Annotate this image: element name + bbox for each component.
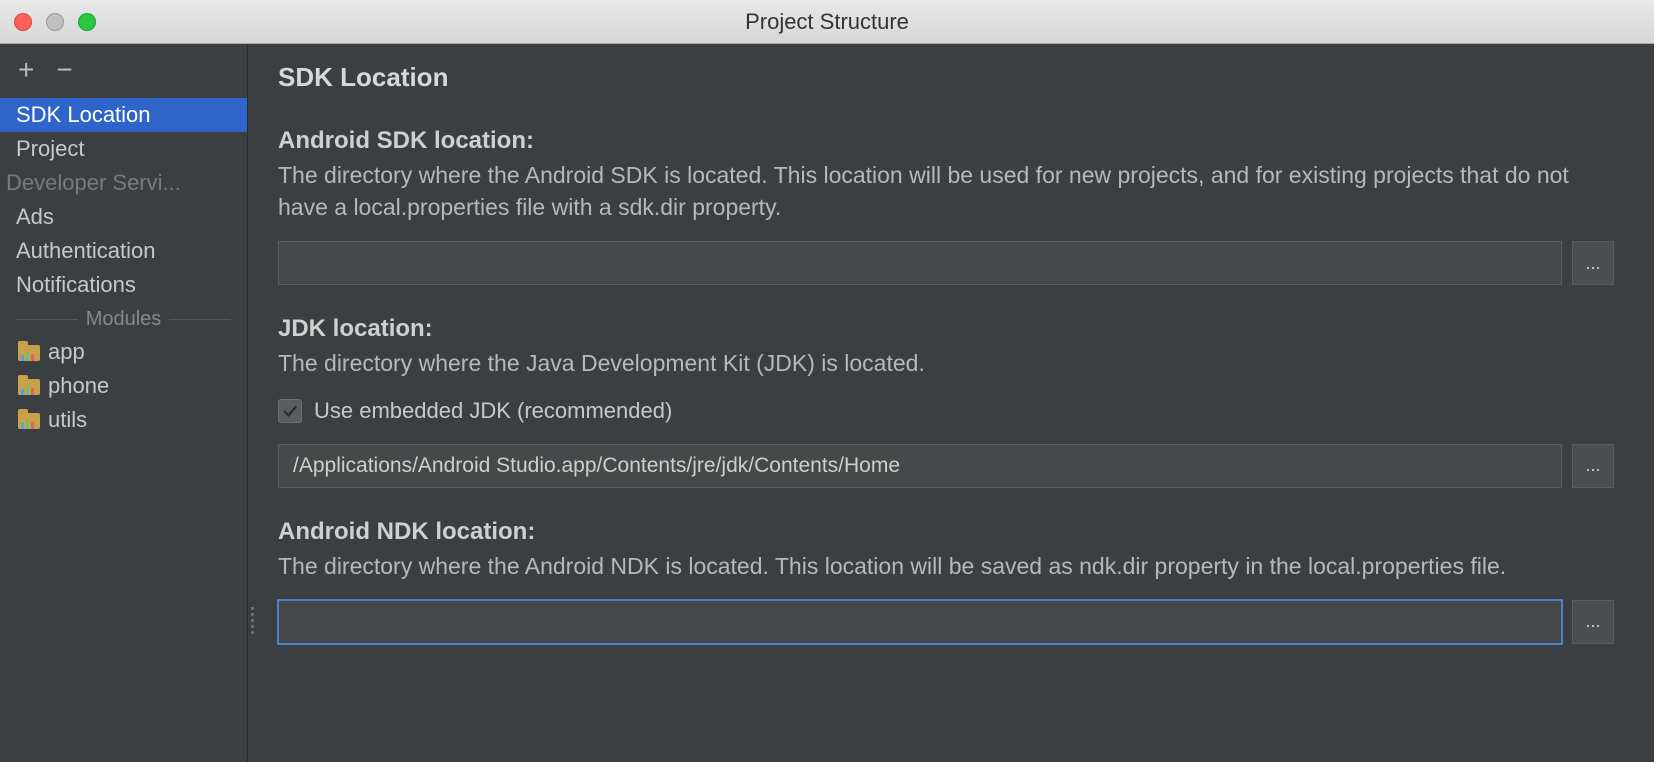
jdk-browse-button[interactable]: ... bbox=[1572, 444, 1614, 488]
ellipsis-icon: ... bbox=[1585, 253, 1600, 274]
sdk-location-input[interactable] bbox=[278, 241, 1562, 285]
sidebar-item-label: Ads bbox=[16, 204, 54, 229]
use-embedded-jdk-row: Use embedded JDK (recommended) bbox=[278, 398, 1614, 424]
sidebar-item-label: SDK Location bbox=[16, 102, 151, 127]
sidebar-item-label: Authentication bbox=[16, 238, 155, 263]
module-item-phone[interactable]: phone bbox=[0, 369, 247, 403]
module-folder-icon bbox=[18, 343, 40, 361]
sidebar-section-developer-services: Developer Servi... bbox=[0, 166, 247, 200]
sidebar-item-notifications[interactable]: Notifications bbox=[0, 268, 247, 302]
ellipsis-icon: ... bbox=[1585, 611, 1600, 632]
window-title: Project Structure bbox=[745, 9, 909, 35]
module-label: phone bbox=[48, 373, 109, 399]
checkmark-icon bbox=[281, 402, 299, 420]
window-controls bbox=[14, 13, 96, 31]
sidebar-resize-handle[interactable] bbox=[248, 600, 256, 640]
modules-header-label: Modules bbox=[86, 308, 162, 331]
main-panel: SDK Location Android SDK location: The d… bbox=[248, 44, 1654, 762]
sidebar-item-project[interactable]: Project bbox=[0, 132, 247, 166]
module-folder-icon bbox=[18, 411, 40, 429]
sidebar-toolbar: + − bbox=[0, 50, 247, 98]
add-button[interactable]: + bbox=[18, 60, 34, 80]
module-label: app bbox=[48, 339, 85, 365]
close-window-button[interactable] bbox=[14, 13, 32, 31]
sdk-browse-button[interactable]: ... bbox=[1572, 241, 1614, 285]
maximize-window-button[interactable] bbox=[78, 13, 96, 31]
sdk-location-desc: The directory where the Android SDK is l… bbox=[278, 159, 1614, 223]
module-item-utils[interactable]: utils bbox=[0, 403, 247, 437]
sidebar-item-label: Project bbox=[16, 136, 84, 161]
sdk-location-label: Android SDK location: bbox=[278, 127, 1614, 155]
module-item-app[interactable]: app bbox=[0, 335, 247, 369]
ndk-location-label: Android NDK location: bbox=[278, 518, 1614, 546]
sidebar-item-label: Notifications bbox=[16, 272, 136, 297]
jdk-location-label: JDK location: bbox=[278, 315, 1614, 343]
module-folder-icon bbox=[18, 377, 40, 395]
ndk-location-input[interactable] bbox=[278, 600, 1562, 644]
sidebar: + − SDK Location Project Developer Servi… bbox=[0, 44, 248, 762]
minimize-window-button[interactable] bbox=[46, 13, 64, 31]
use-embedded-jdk-label: Use embedded JDK (recommended) bbox=[314, 398, 672, 424]
page-title: SDK Location bbox=[278, 62, 1614, 93]
ndk-location-desc: The directory where the Android NDK is l… bbox=[278, 550, 1614, 582]
sidebar-section-modules: Modules bbox=[0, 302, 247, 335]
ndk-browse-button[interactable]: ... bbox=[1572, 600, 1614, 644]
sidebar-item-sdk-location[interactable]: SDK Location bbox=[0, 98, 247, 132]
use-embedded-jdk-checkbox[interactable] bbox=[278, 399, 302, 423]
titlebar: Project Structure bbox=[0, 0, 1654, 44]
jdk-location-desc: The directory where the Java Development… bbox=[278, 347, 1614, 379]
sdk-location-block: Android SDK location: The directory wher… bbox=[278, 127, 1614, 285]
remove-button[interactable]: − bbox=[56, 60, 72, 80]
sidebar-item-authentication[interactable]: Authentication bbox=[0, 234, 247, 268]
ellipsis-icon: ... bbox=[1585, 455, 1600, 476]
ndk-location-block: Android NDK location: The directory wher… bbox=[278, 518, 1614, 644]
module-label: utils bbox=[48, 407, 87, 433]
jdk-location-block: JDK location: The directory where the Ja… bbox=[278, 315, 1614, 487]
jdk-location-input[interactable] bbox=[278, 444, 1562, 488]
sidebar-item-ads[interactable]: Ads bbox=[0, 200, 247, 234]
